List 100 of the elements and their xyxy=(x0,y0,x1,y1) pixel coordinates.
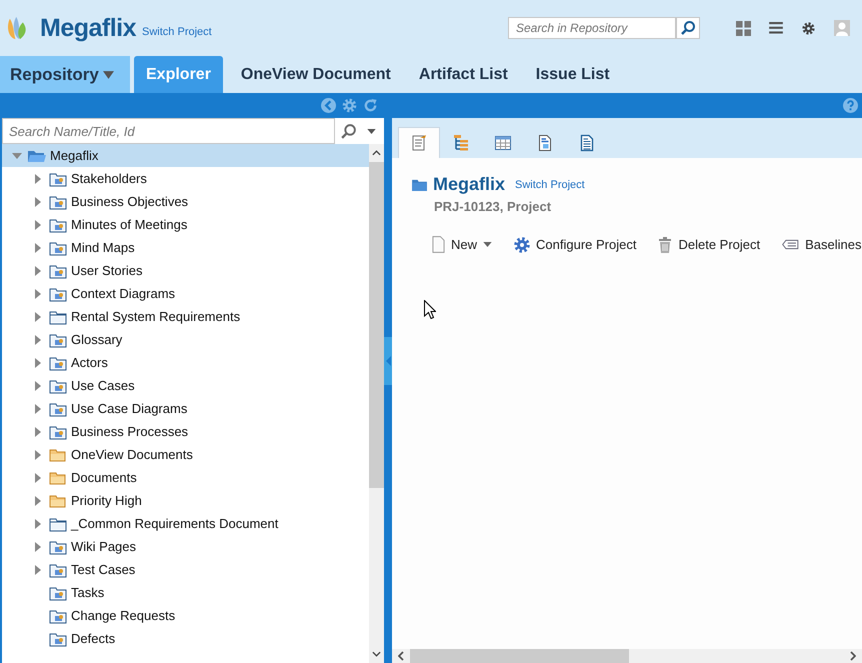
expander-icon[interactable] xyxy=(33,426,43,436)
expander-icon[interactable] xyxy=(33,242,43,252)
dashboard-icon[interactable] xyxy=(736,20,751,36)
folder-icon xyxy=(412,178,427,190)
gear-icon xyxy=(514,236,530,252)
menu-icon[interactable] xyxy=(769,22,783,34)
expander-icon[interactable] xyxy=(33,196,43,206)
expander-icon[interactable] xyxy=(33,564,43,574)
expander-icon[interactable] xyxy=(33,288,43,298)
tree-item[interactable]: Minutes of Meetings xyxy=(2,213,369,236)
tree-item[interactable]: Actors xyxy=(2,351,369,374)
tree-item[interactable]: Business Processes xyxy=(2,420,369,443)
expander-icon[interactable] xyxy=(33,496,43,506)
refresh-icon[interactable] xyxy=(363,98,378,113)
search-field[interactable]: Search in Repository xyxy=(508,17,676,39)
scroll-right-icon[interactable] xyxy=(850,651,856,661)
switch-project-link[interactable]: Switch Project xyxy=(515,178,585,190)
expander-icon[interactable] xyxy=(33,542,43,552)
folder-icon xyxy=(49,216,67,232)
tree-item[interactable]: Documents xyxy=(2,466,369,489)
nav-tab[interactable]: Issue List xyxy=(522,56,624,93)
expander-icon[interactable] xyxy=(33,266,43,276)
tree-item[interactable]: Glossary xyxy=(2,328,369,351)
scrollbar[interactable] xyxy=(369,144,384,663)
grid-icon xyxy=(495,134,511,152)
expander-icon[interactable] xyxy=(33,404,43,414)
expander-icon[interactable] xyxy=(33,518,43,528)
folder-icon xyxy=(49,446,67,462)
tree-item[interactable]: Use Case Diagrams xyxy=(2,397,369,420)
expander-icon[interactable] xyxy=(33,220,43,230)
repository-menu[interactable]: Repository xyxy=(0,56,130,93)
folder-icon xyxy=(49,562,67,578)
scrollbar[interactable] xyxy=(392,649,862,663)
expander-icon[interactable] xyxy=(33,358,43,368)
folder-icon xyxy=(49,170,67,186)
folder-icon xyxy=(49,630,67,646)
scroll-left-icon[interactable] xyxy=(398,651,404,661)
nav-tab[interactable]: OneView Document xyxy=(226,56,405,93)
expander-icon[interactable] xyxy=(12,150,22,160)
tree-item[interactable]: Megaflix xyxy=(2,144,369,167)
expander-icon[interactable] xyxy=(33,380,43,390)
page-icon xyxy=(432,236,445,253)
expander-icon[interactable] xyxy=(33,334,43,344)
tree-item[interactable]: User Stories xyxy=(2,259,369,282)
collapse-arrow-icon xyxy=(386,356,390,366)
folder-icon xyxy=(49,286,67,302)
expander-icon[interactable] xyxy=(33,312,43,322)
expander-icon[interactable] xyxy=(33,472,43,482)
document-icon xyxy=(537,134,553,152)
tree-item[interactable]: OneView Documents xyxy=(2,443,369,466)
hierarchy-icon xyxy=(453,134,469,152)
configure-button[interactable]: Configure Project xyxy=(514,236,636,253)
text-document-icon xyxy=(579,134,595,152)
view-tab[interactable] xyxy=(398,127,440,158)
project-name: Megaflix xyxy=(433,174,506,195)
folder-icon xyxy=(49,608,67,624)
tree-item[interactable]: Mind Maps xyxy=(2,236,369,259)
expander-icon[interactable] xyxy=(33,450,43,460)
folder-icon xyxy=(49,308,67,324)
search-icon xyxy=(340,122,356,140)
tree-item[interactable]: Test Cases xyxy=(2,558,369,581)
folder-icon xyxy=(49,240,67,256)
folder-icon xyxy=(49,538,67,554)
tree-item[interactable]: Rental System Requirements xyxy=(2,305,369,328)
tree-item[interactable]: Priority High xyxy=(2,489,369,512)
tree-item[interactable]: Change Requests xyxy=(2,604,369,627)
settings-icon[interactable] xyxy=(801,20,816,36)
new-button[interactable]: New xyxy=(432,236,492,253)
expander-icon[interactable] xyxy=(33,174,43,184)
baselines-button[interactable]: Baselines xyxy=(782,236,862,253)
tag-icon xyxy=(782,239,800,250)
nav-tab[interactable]: Artifact List xyxy=(404,56,522,93)
splitter-handle[interactable] xyxy=(384,336,392,384)
folder-icon xyxy=(49,424,67,440)
tree-item[interactable]: Tasks xyxy=(2,581,369,604)
folder-icon xyxy=(49,354,67,370)
switch-project-link[interactable]: Switch Project xyxy=(142,26,212,38)
delete-button[interactable]: Delete Project xyxy=(658,236,760,253)
help-icon[interactable] xyxy=(843,98,858,113)
collapse-icon[interactable] xyxy=(321,98,336,113)
search-icon xyxy=(680,20,696,36)
scroll-down-icon[interactable] xyxy=(372,651,381,657)
tree-item[interactable]: Stakeholders xyxy=(2,167,369,190)
app-name: Megaflix xyxy=(40,14,136,42)
tree-item[interactable]: Business Objectives xyxy=(2,190,369,213)
tree-search-field[interactable]: Search Name/Title, Id xyxy=(2,118,335,144)
folder-icon xyxy=(49,492,67,508)
dropdown-caret-icon[interactable] xyxy=(367,128,376,134)
tree-item[interactable]: Defects xyxy=(2,627,369,650)
tree-item[interactable]: _Common Requirements Document xyxy=(2,512,369,535)
mouse-pointer-icon xyxy=(424,300,436,319)
folder-icon xyxy=(49,516,67,532)
tree-item[interactable]: Use Cases xyxy=(2,374,369,397)
details-icon xyxy=(411,134,427,152)
folder-icon xyxy=(49,332,67,348)
search-button[interactable] xyxy=(676,17,700,39)
tree-item[interactable]: Wiki Pages xyxy=(2,535,369,558)
tree-item[interactable]: Context Diagrams xyxy=(2,282,369,305)
caret-icon xyxy=(483,242,492,247)
scroll-up-icon[interactable] xyxy=(372,150,381,156)
